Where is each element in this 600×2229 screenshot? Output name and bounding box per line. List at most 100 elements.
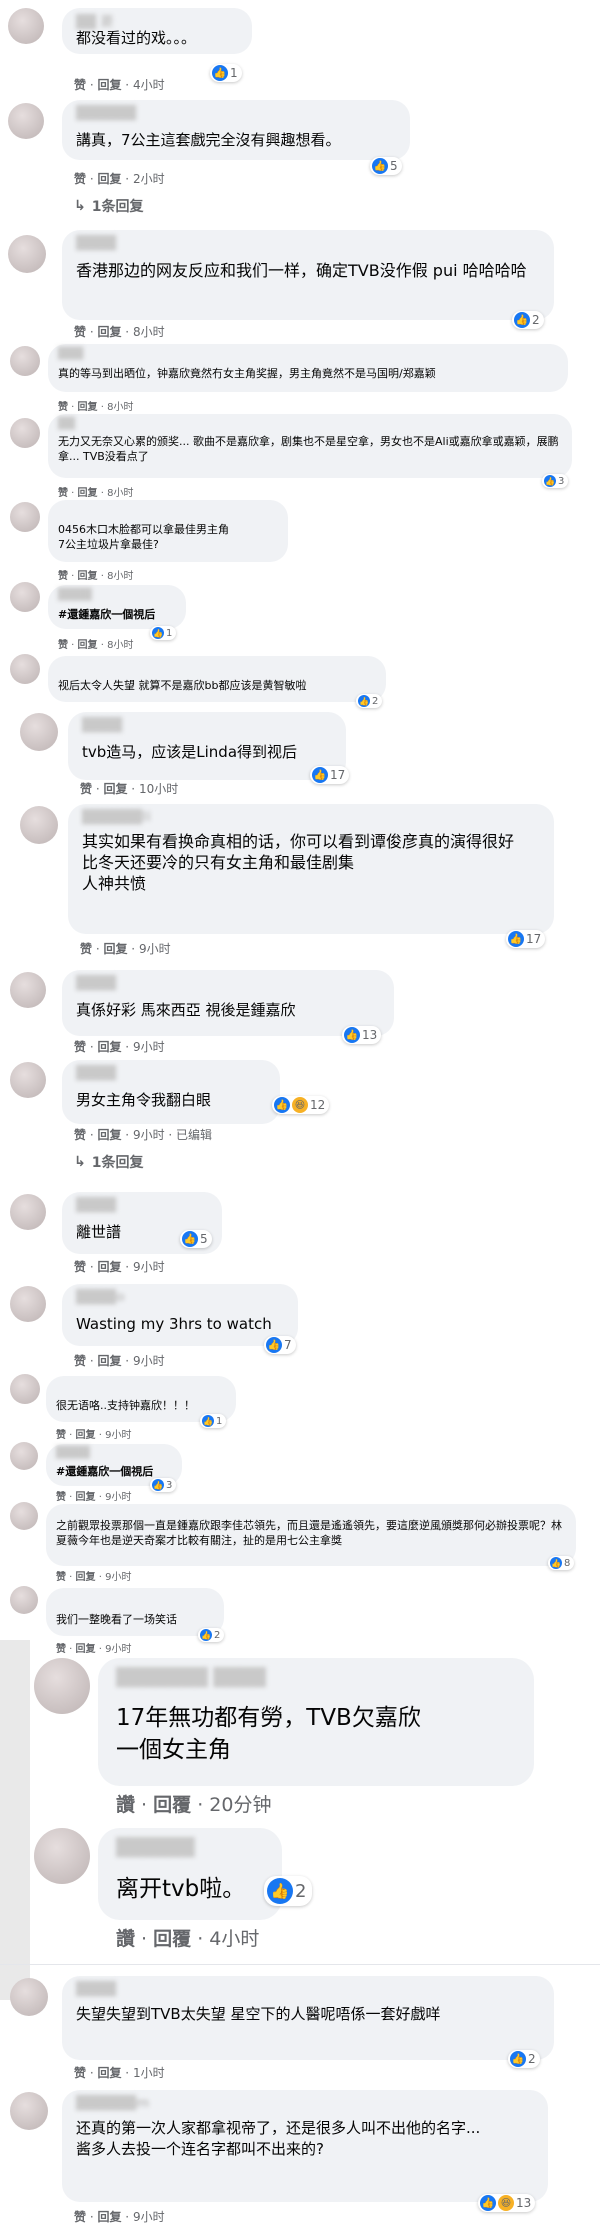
reply-button[interactable]: 回复 <box>97 325 121 339</box>
avatar[interactable] <box>10 972 46 1008</box>
reply-button[interactable]: 回复 <box>76 1572 96 1583</box>
like-button[interactable]: 赞 <box>74 1260 86 1274</box>
reaction-count[interactable]: 👍 13 <box>342 1026 382 1044</box>
like-button[interactable]: 赞 <box>74 1040 86 1054</box>
reaction-count[interactable]: 👍 5 <box>180 1230 212 1248</box>
reply-button[interactable]: 回复 <box>97 78 121 92</box>
avatar[interactable] <box>10 654 40 684</box>
reply-button[interactable]: 回复 <box>97 1040 121 1054</box>
reaction-count[interactable]: 👍 😆 13 <box>478 2194 536 2212</box>
reaction-count[interactable]: 👍 17 <box>310 766 350 784</box>
like-button[interactable]: 赞 <box>58 571 68 582</box>
avatar[interactable] <box>8 103 44 139</box>
timestamp[interactable]: 9小时 <box>105 1572 131 1583</box>
like-button[interactable]: 赞 <box>80 942 92 956</box>
avatar[interactable] <box>20 713 58 751</box>
like-button[interactable]: 赞 <box>80 782 92 796</box>
like-button[interactable]: 赞 <box>74 172 86 186</box>
like-button[interactable]: 赞 <box>74 78 86 92</box>
reaction-count[interactable]: 👍 1 <box>200 1414 227 1428</box>
reaction-count[interactable]: 👍 17 <box>506 930 546 948</box>
timestamp[interactable]: 9小时 <box>133 1354 165 1368</box>
reply-button[interactable]: 回复 <box>97 2066 121 2080</box>
reply-button[interactable]: 回复 <box>97 172 121 186</box>
avatar[interactable] <box>10 1442 38 1470</box>
reaction-count[interactable]: 👍 1 <box>150 626 177 640</box>
avatar[interactable] <box>10 582 40 612</box>
reaction-count[interactable]: 👍 5 <box>370 157 402 175</box>
avatar[interactable] <box>10 2092 48 2130</box>
like-button[interactable]: 赞 <box>74 2066 86 2080</box>
timestamp[interactable]: 8小时 <box>107 571 133 582</box>
reaction-count[interactable]: 👍 😆 12 <box>272 1096 330 1114</box>
timestamp[interactable]: 9小时 <box>133 1128 165 1142</box>
timestamp[interactable]: 9小时 <box>105 1644 131 1655</box>
timestamp[interactable]: 4小时 <box>209 1928 259 1950</box>
reply-button[interactable]: 回覆 <box>153 1928 191 1950</box>
reaction-count[interactable]: 👍 2 <box>508 2050 540 2068</box>
like-button[interactable]: 赞 <box>56 1492 66 1503</box>
avatar[interactable] <box>8 235 46 273</box>
reply-button[interactable]: 回覆 <box>153 1794 191 1816</box>
like-button[interactable]: 讚 <box>116 1928 135 1950</box>
reaction-count[interactable]: 👍 2 <box>198 1628 225 1642</box>
reply-button[interactable]: 回复 <box>76 1430 96 1441</box>
view-replies-link[interactable]: ↳ 1条回复 <box>74 196 143 216</box>
like-button[interactable]: 赞 <box>58 488 68 499</box>
avatar[interactable] <box>10 1586 38 1614</box>
like-button[interactable]: 赞 <box>56 1572 66 1583</box>
avatar[interactable] <box>10 418 40 448</box>
timestamp[interactable]: 20分钟 <box>209 1794 271 1816</box>
reaction-count[interactable]: 👍 8 <box>548 1556 575 1570</box>
reply-button[interactable]: 回复 <box>97 2210 121 2224</box>
reply-button[interactable]: 回复 <box>78 571 98 582</box>
reaction-count[interactable]: 👍 2 <box>356 694 383 708</box>
reaction-count[interactable]: 👍 7 <box>264 1336 296 1354</box>
like-button[interactable]: 讚 <box>116 1794 135 1816</box>
reaction-count[interactable]: 👍 2 <box>264 1876 313 1906</box>
like-button[interactable]: 赞 <box>74 325 86 339</box>
reply-button[interactable]: 回复 <box>78 640 98 651</box>
reaction-count[interactable]: 👍 2 <box>512 311 544 329</box>
timestamp[interactable]: 8小时 <box>107 640 133 651</box>
timestamp[interactable]: 9小时 <box>105 1492 131 1503</box>
reply-button[interactable]: 回复 <box>76 1644 96 1655</box>
timestamp[interactable]: 8小时 <box>107 488 133 499</box>
timestamp[interactable]: 9小时 <box>133 2210 165 2224</box>
reply-button[interactable]: 回复 <box>78 488 98 499</box>
timestamp[interactable]: 9小时 <box>133 1260 165 1274</box>
like-button[interactable]: 赞 <box>74 1128 86 1142</box>
timestamp[interactable]: 9小时 <box>133 1040 165 1054</box>
timestamp[interactable]: 8小时 <box>133 325 165 339</box>
reply-button[interactable]: 回复 <box>103 782 127 796</box>
reaction-count[interactable]: 👍 3 <box>150 1478 177 1492</box>
like-button[interactable]: 赞 <box>74 2210 86 2224</box>
reaction-count[interactable]: 👍 3 <box>542 474 569 488</box>
avatar[interactable] <box>10 1978 48 2016</box>
avatar[interactable] <box>10 1286 46 1322</box>
timestamp[interactable]: 8小时 <box>107 402 133 413</box>
avatar[interactable] <box>10 1374 40 1404</box>
avatar[interactable] <box>34 1658 90 1714</box>
timestamp[interactable]: 10小时 <box>139 782 178 796</box>
avatar[interactable] <box>10 346 40 376</box>
avatar[interactable] <box>20 806 58 844</box>
reply-button[interactable]: 回复 <box>97 1260 121 1274</box>
reply-button[interactable]: 回复 <box>76 1492 96 1503</box>
timestamp[interactable]: 4小时 <box>133 78 165 92</box>
like-button[interactable]: 赞 <box>58 640 68 651</box>
avatar[interactable] <box>34 1828 90 1884</box>
avatar[interactable] <box>8 8 44 44</box>
reaction-count[interactable]: 👍 1 <box>210 64 242 82</box>
timestamp[interactable]: 9小时 <box>105 1430 131 1441</box>
like-button[interactable]: 赞 <box>58 402 68 413</box>
avatar[interactable] <box>10 1194 46 1230</box>
timestamp[interactable]: 9小时 <box>139 942 171 956</box>
reply-button[interactable]: 回复 <box>78 402 98 413</box>
timestamp[interactable]: 1小时 <box>133 2066 165 2080</box>
view-replies-link[interactable]: ↳ 1条回复 <box>74 1152 143 1172</box>
avatar[interactable] <box>10 502 40 532</box>
timestamp[interactable]: 2小时 <box>133 172 165 186</box>
like-button[interactable]: 赞 <box>56 1644 66 1655</box>
avatar[interactable] <box>10 1062 46 1098</box>
